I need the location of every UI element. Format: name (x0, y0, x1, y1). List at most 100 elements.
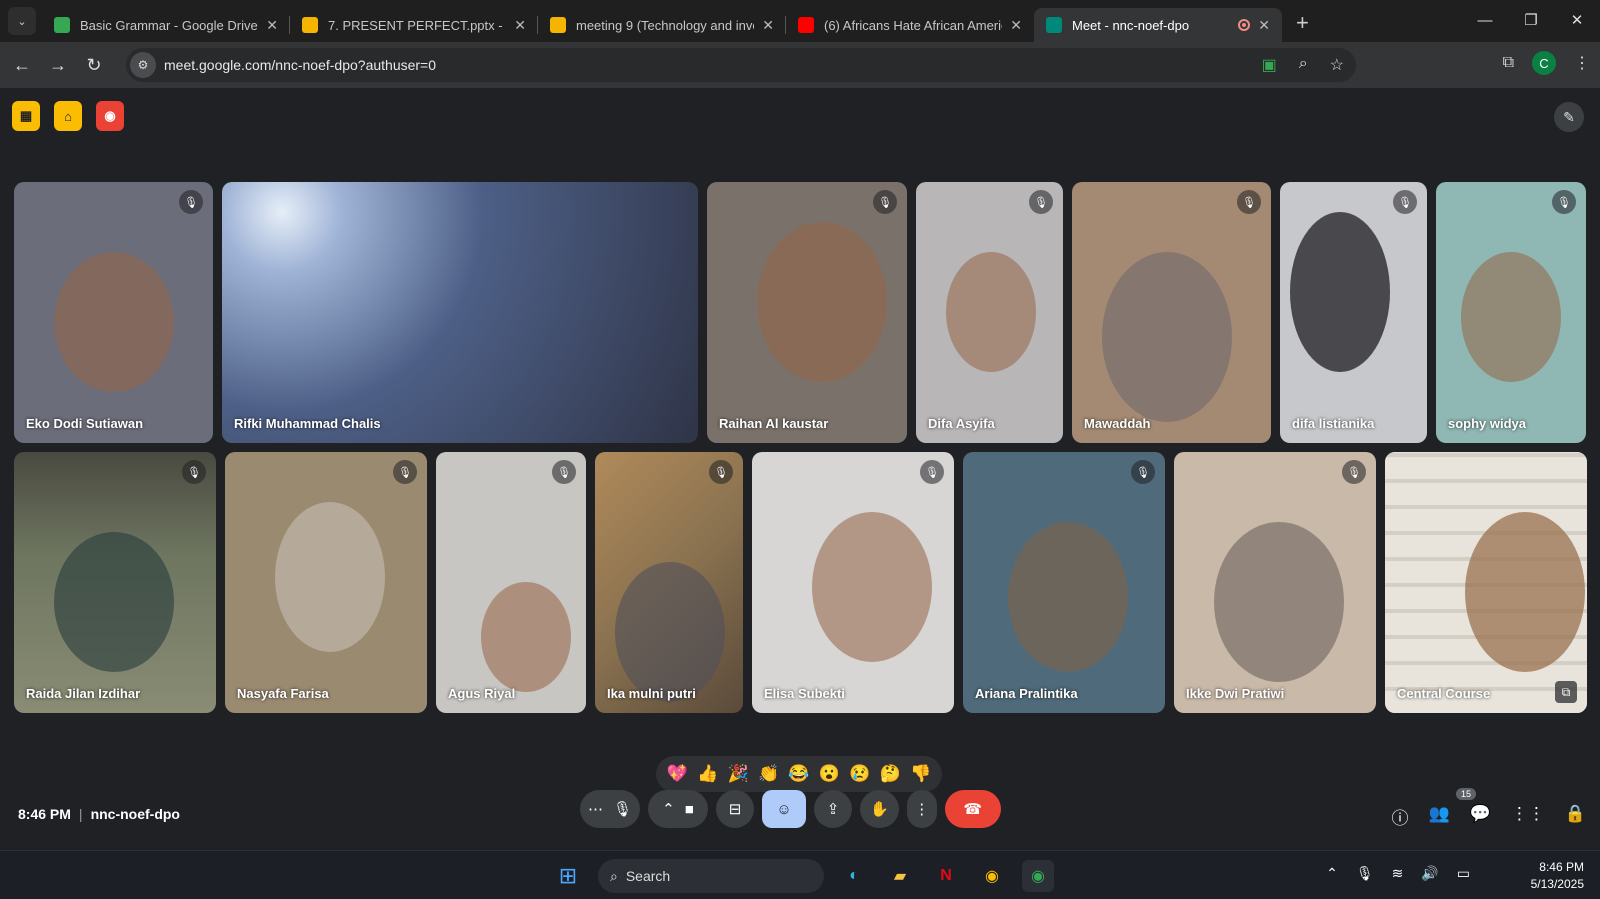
participant-name: Ariana Pralintika (975, 686, 1078, 701)
participant-name: Elisa Subekti (764, 686, 845, 701)
more-options-button[interactable]: ⋮ (906, 790, 937, 828)
participant-tile[interactable]: 🎙 Ikke Dwi Pratiwi (1174, 452, 1376, 713)
participant-tile[interactable]: 🎙 Eko Dodi Sutiawan (14, 182, 213, 443)
reaction-heart[interactable]: 💖 (667, 764, 688, 784)
taskbar-search[interactable]: ⌕ Search (598, 859, 824, 893)
browser-menu-icon[interactable]: ⋮ (1574, 53, 1590, 73)
participant-tile[interactable]: 🎙 Difa Asyifa (916, 182, 1063, 443)
participant-tile[interactable]: 🎙 difa listianika (1280, 182, 1427, 443)
reaction-thumbs-up[interactable]: 👍 (697, 764, 718, 784)
participant-tile[interactable]: 🎙 Agus Riyal (436, 452, 586, 713)
reaction-surprised[interactable]: 😮 (819, 764, 840, 784)
wifi-icon[interactable]: ≋ (1392, 865, 1404, 882)
record-icon[interactable]: ◉ (96, 101, 124, 131)
extensions-icon[interactable]: ⧉ (1503, 54, 1514, 72)
participant-name: Central Course (1397, 686, 1491, 701)
edge-icon[interactable]: ◐ (838, 860, 870, 892)
profile-avatar[interactable]: C (1532, 51, 1556, 75)
mic-off-icon: 🎙 (182, 460, 206, 484)
pen-icon[interactable]: ✎ (1554, 102, 1584, 132)
participant-name: Raihan Al kaustar (719, 416, 829, 431)
chat-icon[interactable]: 💬 (1470, 804, 1491, 829)
close-icon[interactable]: ✕ (1258, 17, 1270, 34)
chrome-profile-icon[interactable]: ◉ (1022, 860, 1054, 892)
host-controls-lock-icon[interactable]: 🔒 (1565, 804, 1586, 829)
address-bar[interactable]: ⚙ meet.google.com/nnc-noef-dpo?authuser=… (126, 48, 1356, 82)
camera-control[interactable]: ⌃ ■ (648, 790, 708, 828)
microphone-tray-icon[interactable]: 🎙 (1356, 865, 1374, 882)
reactions-button[interactable]: ☺ (762, 790, 806, 828)
participant-tile[interactable]: 🎙 sophy widya (1436, 182, 1586, 443)
windows-start-icon[interactable]: ⊞ (552, 860, 584, 892)
close-icon[interactable]: ✕ (266, 17, 278, 34)
participant-tile[interactable]: 🎙 Elisa Subekti (752, 452, 954, 713)
minimize-icon[interactable]: — (1462, 0, 1508, 40)
captions-off-icon[interactable]: ▦ (12, 101, 40, 131)
show-hidden-icons-icon[interactable]: ⌃ (1326, 865, 1338, 882)
participant-tile[interactable]: 🎙 Ika mulni putri (595, 452, 743, 713)
participant-tile-active-speaker[interactable]: Central Course ⧉ (1385, 452, 1587, 713)
taskbar-clock[interactable]: 8:46 PM 5/13/2025 (1531, 859, 1584, 893)
restore-icon[interactable]: ❐ (1508, 0, 1554, 40)
participant-tile[interactable]: 🎙 Mawaddah (1072, 182, 1271, 443)
leave-call-button[interactable]: ☎ (944, 790, 1001, 828)
tab-basic-grammar[interactable]: Basic Grammar - Google Drive ✕ (42, 8, 290, 42)
microphone-icon[interactable]: 🎙 (613, 800, 632, 818)
mic-off-icon: 🎙 (709, 460, 733, 484)
forward-icon[interactable]: → (40, 55, 76, 76)
meet-control-bar: 8:46 PM | nnc-noef-dpo ⋯ 🎙 ⌃ ■ ⊟ ☺ ⇪ ✋ ⋮ ☎… (0, 786, 1600, 850)
participant-tile[interactable]: Rifki Muhammad Chalis (222, 182, 698, 443)
close-icon[interactable]: ✕ (1010, 17, 1022, 34)
zoom-icon[interactable]: ⌕ (1299, 55, 1308, 75)
tab-title: (6) Africans Hate African Americ (824, 17, 1003, 33)
new-tab-button[interactable]: + (1296, 10, 1309, 36)
participant-tile[interactable]: 🎙 Nasyafa Farisa (225, 452, 427, 713)
chevron-up-icon[interactable]: ⌃ (662, 800, 675, 818)
mic-off-icon: 🎙 (1131, 460, 1155, 484)
tab-youtube[interactable]: (6) Africans Hate African Americ ✕ (786, 8, 1034, 42)
mic-control[interactable]: ⋯ 🎙 (580, 790, 640, 828)
close-icon[interactable]: ✕ (762, 17, 774, 34)
netflix-icon[interactable]: N (930, 860, 962, 892)
chrome-icon[interactable]: ◉ (976, 860, 1008, 892)
hang-up-icon: ☎ (963, 801, 983, 818)
back-icon[interactable]: ← (4, 55, 40, 76)
reaction-laugh[interactable]: 😂 (788, 764, 809, 784)
more-options-icon[interactable]: ⋯ (588, 800, 603, 818)
site-info-icon[interactable]: ⚙ (130, 52, 156, 78)
mic-off-icon: 🎙 (1029, 190, 1053, 214)
tab-present-perfect[interactable]: 7. PRESENT PERFECT.pptx - Goo ✕ (290, 8, 538, 42)
reaction-thinking[interactable]: 🤔 (880, 764, 901, 784)
meet-extension-icon[interactable]: ▣ (1262, 55, 1277, 75)
battery-icon[interactable]: ▭ (1457, 865, 1470, 882)
reaction-thumbs-down[interactable]: 👎 (910, 764, 931, 784)
people-icon[interactable]: 👥 (1428, 804, 1449, 829)
door-icon[interactable]: ⌂ (54, 101, 82, 131)
participant-tile[interactable]: 🎙 Raida Jilan Izdihar (14, 452, 216, 713)
file-explorer-icon[interactable]: ▰ (884, 860, 916, 892)
captions-button[interactable]: ⊟ (716, 790, 754, 828)
reaction-sad[interactable]: 😢 (849, 764, 870, 784)
tab-meeting-9[interactable]: meeting 9 (Technology and inve ✕ (538, 8, 786, 42)
url-text[interactable]: meet.google.com/nnc-noef-dpo?authuser=0 (164, 57, 436, 73)
tab-meet[interactable]: Meet - nnc-noef-dpo ✕ (1034, 8, 1282, 42)
close-icon[interactable]: ✕ (514, 17, 526, 34)
present-button[interactable]: ⇪ (814, 790, 852, 828)
bookmark-star-icon[interactable]: ☆ (1330, 55, 1344, 75)
raise-hand-button[interactable]: ✋ (860, 790, 899, 828)
activities-grid-icon[interactable]: ⋮⋮ (1511, 804, 1545, 829)
reaction-party[interactable]: 🎉 (728, 764, 749, 784)
participant-tile[interactable]: 🎙 Raihan Al kaustar (707, 182, 907, 443)
camera-icon[interactable]: ■ (685, 801, 694, 818)
reaction-clap[interactable]: 👏 (758, 764, 779, 784)
mic-off-icon: 🎙 (873, 190, 897, 214)
mic-off-icon: 🎙 (393, 460, 417, 484)
info-icon[interactable]: ⓘ (1391, 804, 1408, 829)
search-placeholder: Search (625, 868, 671, 884)
participant-tile[interactable]: 🎙 Ariana Pralintika (963, 452, 1165, 713)
tab-search-button[interactable]: ⌄ (8, 7, 36, 35)
close-window-icon[interactable]: ✕ (1554, 0, 1600, 40)
pin-icon[interactable]: ⧉ (1555, 681, 1577, 703)
volume-icon[interactable]: 🔊 (1421, 865, 1438, 882)
reload-icon[interactable]: ↻ (76, 55, 112, 76)
